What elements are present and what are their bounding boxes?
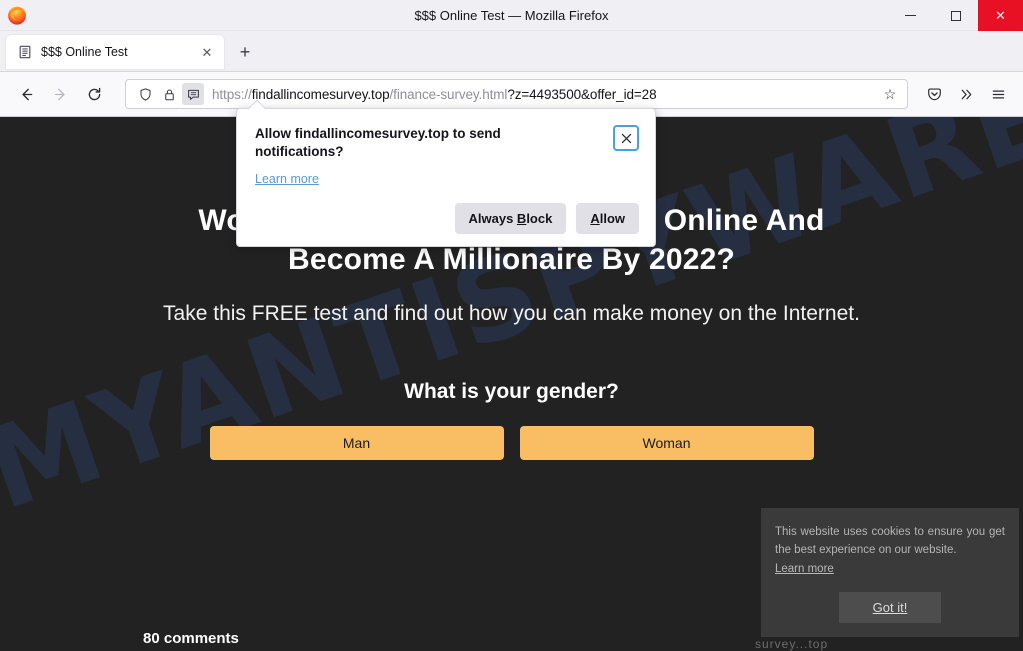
- bookmark-star-icon[interactable]: ☆: [879, 86, 901, 103]
- pocket-button[interactable]: [919, 78, 949, 110]
- window-title: $$$ Online Test — Mozilla Firefox: [414, 8, 609, 23]
- allow-button[interactable]: Allow: [576, 202, 639, 234]
- app-menu-button[interactable]: [983, 78, 1013, 110]
- shield-icon[interactable]: [134, 83, 156, 105]
- minimize-button[interactable]: [888, 0, 933, 31]
- allow-accesskey: A: [590, 210, 600, 226]
- gender-choices: Man Woman: [209, 425, 814, 460]
- new-tab-button[interactable]: +: [230, 37, 260, 67]
- page-icon: [17, 44, 33, 60]
- notification-permission-popup: Allow findallincomesurvey.top to send no…: [236, 99, 656, 247]
- url-path: /finance-survey.html: [389, 86, 508, 102]
- always-block-prefix: Always: [468, 210, 517, 226]
- forward-button[interactable]: [44, 78, 76, 110]
- footer-ghost-text: survey...top: [755, 637, 829, 651]
- tab-close-icon[interactable]: ✕: [198, 43, 216, 61]
- gender-question: What is your gender?: [404, 379, 619, 403]
- cookie-learn-more-link[interactable]: Learn more: [775, 561, 834, 578]
- lock-icon[interactable]: [158, 83, 180, 105]
- comments-count: 80 comments: [143, 630, 239, 647]
- url-bar-icons: [134, 83, 204, 105]
- browser-window: $$$ Online Test — Mozilla Firefox ✕ $$$ …: [0, 0, 1023, 651]
- title-bar: $$$ Online Test — Mozilla Firefox ✕: [0, 0, 1023, 31]
- close-icon: [621, 133, 631, 143]
- maximize-button[interactable]: [933, 0, 978, 31]
- url-text[interactable]: https://findallincomesurvey.top/finance-…: [204, 87, 879, 102]
- popup-learn-more-link[interactable]: Learn more: [255, 172, 319, 186]
- popup-header: Allow findallincomesurvey.top to send no…: [255, 125, 639, 161]
- url-query: ?z=4493500&offer_id=28: [507, 86, 657, 102]
- allow-suffix: llow: [599, 210, 625, 226]
- close-icon: ✕: [995, 7, 1006, 23]
- always-block-button[interactable]: Always Block: [454, 202, 567, 234]
- popup-actions: Always Block Allow: [255, 202, 639, 234]
- cookie-actions: Got it!: [775, 592, 1005, 623]
- notification-permission-icon[interactable]: [182, 83, 204, 105]
- tab-strip: $$$ Online Test ✕ +: [0, 31, 1023, 72]
- page-subheadline: Take this FREE test and find out how you…: [163, 301, 860, 325]
- window-controls: ✕: [888, 0, 1023, 31]
- url-scheme: https://: [212, 86, 252, 102]
- overflow-menu-button[interactable]: [951, 78, 981, 110]
- cookie-notice-text: This website uses cookies to ensure you …: [775, 526, 1005, 556]
- reload-button[interactable]: [78, 78, 110, 110]
- tab-title: $$$ Online Test: [41, 45, 128, 59]
- popup-close-button[interactable]: [613, 125, 639, 151]
- url-host: findallincomesurvey.top: [251, 86, 390, 102]
- popup-title: Allow findallincomesurvey.top to send no…: [255, 126, 501, 159]
- cookie-notice: This website uses cookies to ensure you …: [761, 508, 1019, 637]
- choice-man-button[interactable]: Man: [209, 425, 504, 460]
- always-block-suffix: lock: [526, 210, 553, 226]
- choice-woman-button[interactable]: Woman: [519, 425, 814, 460]
- url-bar[interactable]: https://findallincomesurvey.top/finance-…: [125, 79, 908, 109]
- cookie-accept-button[interactable]: Got it!: [838, 592, 942, 623]
- tab-online-test[interactable]: $$$ Online Test ✕: [6, 35, 224, 69]
- back-button[interactable]: [10, 78, 42, 110]
- close-window-button[interactable]: ✕: [978, 0, 1023, 31]
- always-block-accesskey: B: [516, 210, 527, 226]
- headline-line-2: Become A Millionaire By 2022?: [287, 243, 736, 277]
